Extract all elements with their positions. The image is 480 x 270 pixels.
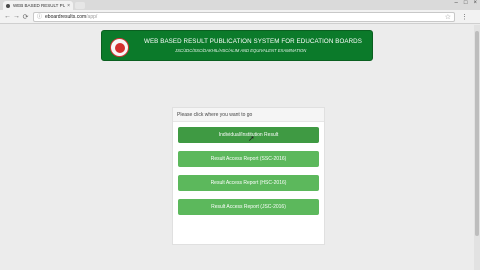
back-icon[interactable]: ← — [3, 13, 12, 20]
browser-toolbar: ← → ⟳ ⓘ eboardresults.com /app/ ☆ ⋮ — [0, 10, 480, 24]
panel-prompt: Please click where you want to go — [173, 108, 324, 122]
forward-icon[interactable]: → — [12, 13, 21, 20]
header-banner: WEB BASED RESULT PUBLICATION SYSTEM FOR … — [101, 30, 373, 61]
vertical-scrollbar[interactable] — [474, 25, 480, 270]
page-subtitle: JSC/JDC/SSC/DAKHIL/HSC/ALIM AND EQUIVALE… — [175, 48, 307, 53]
new-tab-button[interactable] — [75, 2, 85, 9]
reload-icon[interactable]: ⟳ — [21, 13, 30, 21]
hsc-access-report-button[interactable]: Result Access Report (HSC-2016) — [178, 175, 319, 191]
minimize-icon[interactable]: – — [455, 0, 458, 6]
mouse-pointer-icon: ➚ — [248, 134, 255, 143]
address-host: eboardresults.com — [45, 13, 87, 20]
address-path: /app/ — [86, 13, 98, 20]
tab-title: WEB BASED RESULT PU — [13, 3, 66, 8]
jsc-access-report-button[interactable]: Result Access Report (JSC-2016) — [178, 199, 319, 215]
bookmark-star-icon[interactable]: ☆ — [445, 13, 451, 21]
bangladesh-emblem-icon — [110, 38, 129, 57]
site-info-icon[interactable]: ⓘ — [37, 13, 42, 20]
tab-close-icon[interactable]: × — [67, 3, 70, 9]
browser-tab[interactable]: WEB BASED RESULT PU × — [3, 1, 73, 10]
scrollbar-thumb[interactable] — [475, 31, 479, 236]
maximize-icon[interactable]: □ — [464, 0, 468, 6]
emblem-red-disc — [114, 42, 125, 53]
page-title: WEB BASED RESULT PUBLICATION SYSTEM FOR … — [144, 38, 362, 45]
window-controls: – □ × — [455, 0, 477, 6]
navigation-panel: Please click where you want to go Indivi… — [172, 107, 325, 245]
browser-menu-icon[interactable]: ⋮ — [461, 13, 468, 21]
address-bar[interactable]: ⓘ eboardresults.com /app/ ☆ — [33, 11, 455, 22]
ssc-access-report-button[interactable]: Result Access Report (SSC-2016) — [178, 151, 319, 167]
favicon-icon — [6, 3, 10, 8]
tab-bar: WEB BASED RESULT PU × – □ × — [0, 0, 480, 10]
close-window-icon[interactable]: × — [473, 0, 477, 6]
page-viewport: WEB BASED RESULT PUBLICATION SYSTEM FOR … — [0, 25, 474, 270]
